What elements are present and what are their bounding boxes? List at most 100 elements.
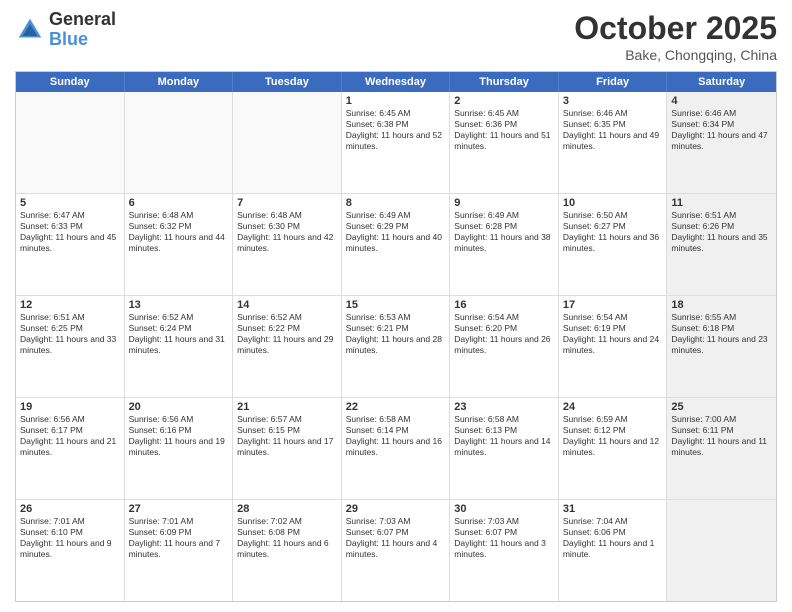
cell-info: Sunrise: 6:49 AM Sunset: 6:28 PM Dayligh… [454,210,554,254]
cell-info: Sunrise: 6:47 AM Sunset: 6:33 PM Dayligh… [20,210,120,254]
cell-info: Sunrise: 7:00 AM Sunset: 6:11 PM Dayligh… [671,414,772,458]
calendar-header: SundayMondayTuesdayWednesdayThursdayFrid… [16,72,776,92]
cell-info: Sunrise: 7:02 AM Sunset: 6:08 PM Dayligh… [237,516,337,560]
day-number: 23 [454,401,554,413]
day-number: 11 [671,197,772,209]
calendar-cell: 29Sunrise: 7:03 AM Sunset: 6:07 PM Dayli… [342,500,451,601]
calendar-cell: 20Sunrise: 6:56 AM Sunset: 6:16 PM Dayli… [125,398,234,499]
calendar-cell: 26Sunrise: 7:01 AM Sunset: 6:10 PM Dayli… [16,500,125,601]
cell-info: Sunrise: 6:54 AM Sunset: 6:19 PM Dayligh… [563,312,663,356]
location: Bake, Chongqing, China [574,47,777,63]
cell-info: Sunrise: 7:01 AM Sunset: 6:10 PM Dayligh… [20,516,120,560]
calendar-cell: 18Sunrise: 6:55 AM Sunset: 6:18 PM Dayli… [667,296,776,397]
calendar-cell: 3Sunrise: 6:46 AM Sunset: 6:35 PM Daylig… [559,92,668,193]
day-number: 30 [454,503,554,515]
day-number: 3 [563,95,663,107]
cell-info: Sunrise: 6:49 AM Sunset: 6:29 PM Dayligh… [346,210,446,254]
day-number: 2 [454,95,554,107]
day-number: 24 [563,401,663,413]
weekday-header: Monday [125,72,234,92]
calendar-row: 5Sunrise: 6:47 AM Sunset: 6:33 PM Daylig… [16,194,776,296]
day-number: 6 [129,197,229,209]
calendar-cell: 24Sunrise: 6:59 AM Sunset: 6:12 PM Dayli… [559,398,668,499]
cell-info: Sunrise: 6:48 AM Sunset: 6:32 PM Dayligh… [129,210,229,254]
day-number: 15 [346,299,446,311]
calendar-row: 12Sunrise: 6:51 AM Sunset: 6:25 PM Dayli… [16,296,776,398]
logo-blue: Blue [49,30,116,50]
calendar-row: 19Sunrise: 6:56 AM Sunset: 6:17 PM Dayli… [16,398,776,500]
day-number: 12 [20,299,120,311]
calendar-cell: 2Sunrise: 6:45 AM Sunset: 6:36 PM Daylig… [450,92,559,193]
day-number: 26 [20,503,120,515]
cell-info: Sunrise: 6:51 AM Sunset: 6:26 PM Dayligh… [671,210,772,254]
day-number: 17 [563,299,663,311]
cell-info: Sunrise: 6:52 AM Sunset: 6:24 PM Dayligh… [129,312,229,356]
day-number: 20 [129,401,229,413]
day-number: 9 [454,197,554,209]
day-number: 5 [20,197,120,209]
calendar-cell: 28Sunrise: 7:02 AM Sunset: 6:08 PM Dayli… [233,500,342,601]
calendar-cell: 7Sunrise: 6:48 AM Sunset: 6:30 PM Daylig… [233,194,342,295]
calendar-cell: 15Sunrise: 6:53 AM Sunset: 6:21 PM Dayli… [342,296,451,397]
day-number: 21 [237,401,337,413]
cell-info: Sunrise: 6:53 AM Sunset: 6:21 PM Dayligh… [346,312,446,356]
cell-info: Sunrise: 6:46 AM Sunset: 6:34 PM Dayligh… [671,108,772,152]
cell-info: Sunrise: 6:52 AM Sunset: 6:22 PM Dayligh… [237,312,337,356]
day-number: 28 [237,503,337,515]
calendar-cell: 11Sunrise: 6:51 AM Sunset: 6:26 PM Dayli… [667,194,776,295]
day-number: 8 [346,197,446,209]
day-number: 16 [454,299,554,311]
cell-info: Sunrise: 6:57 AM Sunset: 6:15 PM Dayligh… [237,414,337,458]
page: General Blue October 2025 Bake, Chongqin… [0,0,792,612]
logo-icon [15,15,45,45]
day-number: 29 [346,503,446,515]
weekday-header: Sunday [16,72,125,92]
month-title: October 2025 [574,10,777,47]
calendar-cell: 31Sunrise: 7:04 AM Sunset: 6:06 PM Dayli… [559,500,668,601]
day-number: 1 [346,95,446,107]
calendar-cell: 10Sunrise: 6:50 AM Sunset: 6:27 PM Dayli… [559,194,668,295]
day-number: 13 [129,299,229,311]
day-number: 4 [671,95,772,107]
cell-info: Sunrise: 6:58 AM Sunset: 6:14 PM Dayligh… [346,414,446,458]
cell-info: Sunrise: 7:01 AM Sunset: 6:09 PM Dayligh… [129,516,229,560]
logo: General Blue [15,10,116,50]
calendar-row: 1Sunrise: 6:45 AM Sunset: 6:38 PM Daylig… [16,92,776,194]
calendar-cell [16,92,125,193]
weekday-header: Friday [559,72,668,92]
cell-info: Sunrise: 6:46 AM Sunset: 6:35 PM Dayligh… [563,108,663,152]
weekday-header: Tuesday [233,72,342,92]
calendar-cell: 1Sunrise: 6:45 AM Sunset: 6:38 PM Daylig… [342,92,451,193]
day-number: 31 [563,503,663,515]
cell-info: Sunrise: 7:04 AM Sunset: 6:06 PM Dayligh… [563,516,663,560]
calendar: SundayMondayTuesdayWednesdayThursdayFrid… [15,71,777,602]
cell-info: Sunrise: 6:48 AM Sunset: 6:30 PM Dayligh… [237,210,337,254]
calendar-cell: 4Sunrise: 6:46 AM Sunset: 6:34 PM Daylig… [667,92,776,193]
calendar-cell: 25Sunrise: 7:00 AM Sunset: 6:11 PM Dayli… [667,398,776,499]
cell-info: Sunrise: 6:51 AM Sunset: 6:25 PM Dayligh… [20,312,120,356]
logo-text: General Blue [49,10,116,50]
calendar-cell: 21Sunrise: 6:57 AM Sunset: 6:15 PM Dayli… [233,398,342,499]
day-number: 22 [346,401,446,413]
day-number: 27 [129,503,229,515]
calendar-cell: 5Sunrise: 6:47 AM Sunset: 6:33 PM Daylig… [16,194,125,295]
cell-info: Sunrise: 6:54 AM Sunset: 6:20 PM Dayligh… [454,312,554,356]
cell-info: Sunrise: 6:59 AM Sunset: 6:12 PM Dayligh… [563,414,663,458]
day-number: 7 [237,197,337,209]
cell-info: Sunrise: 6:50 AM Sunset: 6:27 PM Dayligh… [563,210,663,254]
calendar-cell: 23Sunrise: 6:58 AM Sunset: 6:13 PM Dayli… [450,398,559,499]
header: General Blue October 2025 Bake, Chongqin… [15,10,777,63]
logo-general: General [49,10,116,30]
title-block: October 2025 Bake, Chongqing, China [574,10,777,63]
cell-info: Sunrise: 6:45 AM Sunset: 6:36 PM Dayligh… [454,108,554,152]
calendar-cell: 6Sunrise: 6:48 AM Sunset: 6:32 PM Daylig… [125,194,234,295]
weekday-header: Saturday [667,72,776,92]
cell-info: Sunrise: 6:56 AM Sunset: 6:17 PM Dayligh… [20,414,120,458]
day-number: 10 [563,197,663,209]
weekday-header: Wednesday [342,72,451,92]
cell-info: Sunrise: 6:45 AM Sunset: 6:38 PM Dayligh… [346,108,446,152]
cell-info: Sunrise: 7:03 AM Sunset: 6:07 PM Dayligh… [454,516,554,560]
cell-info: Sunrise: 7:03 AM Sunset: 6:07 PM Dayligh… [346,516,446,560]
calendar-body: 1Sunrise: 6:45 AM Sunset: 6:38 PM Daylig… [16,92,776,601]
calendar-cell [667,500,776,601]
